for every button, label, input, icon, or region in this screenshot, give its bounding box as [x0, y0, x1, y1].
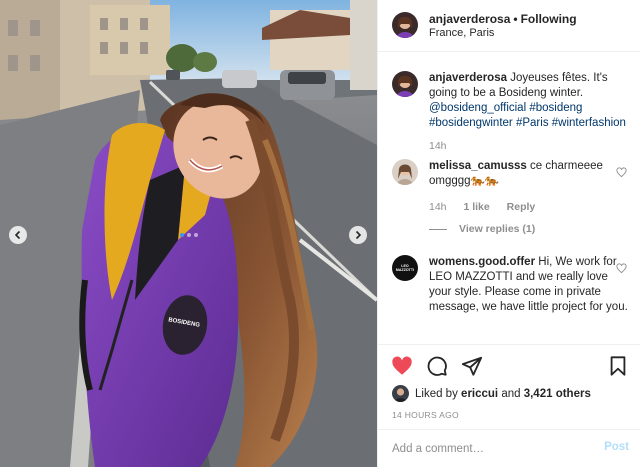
comment-likes-count[interactable]: 1 like — [463, 201, 489, 213]
hashtag-link[interactable]: #winterfashion — [552, 117, 626, 129]
post-header: anjaverderosa • Following France, Paris — [378, 0, 640, 52]
post-side-panel: anjaverderosa • Following France, Paris an… — [377, 0, 640, 467]
liked-by-username[interactable]: ericcui — [461, 388, 498, 400]
comment-username[interactable]: womens.good.offer — [429, 256, 535, 268]
hashtag-link[interactable]: #Paris — [516, 117, 549, 129]
following-button[interactable]: Following — [521, 12, 577, 26]
liked-by-prefix: Liked by — [415, 387, 458, 400]
carousel-indicator — [180, 233, 198, 237]
caption-meta: 14h — [429, 140, 461, 152]
comment-time[interactable]: 14h — [429, 201, 447, 213]
bookmark-icon[interactable] — [607, 355, 629, 377]
hashtag-link[interactable]: #bosidengwinter — [429, 117, 513, 129]
mention-link[interactable]: @bosideng_official — [429, 102, 526, 114]
comment-text: womens.good.offer Hi, We work for LEO MA… — [429, 255, 629, 315]
next-photo-button[interactable] — [349, 226, 367, 244]
replies-line — [429, 228, 447, 230]
carousel-dot — [187, 233, 191, 237]
avatar[interactable] — [392, 159, 418, 185]
hashtag-link[interactable]: #bosideng — [529, 102, 582, 114]
instagram-post-modal: BOSIDENG anjaverderosa • Following France,… — [0, 0, 640, 467]
location-link[interactable]: France, Paris — [429, 27, 494, 39]
caption-username[interactable]: anjaverderosa — [429, 72, 507, 84]
carousel-dot — [194, 233, 198, 237]
add-comment-bar: Post — [378, 429, 640, 467]
post-comment-button[interactable]: Post — [604, 441, 629, 453]
likes-count[interactable]: 3,421 others — [524, 388, 591, 400]
post-photo[interactable]: BOSIDENG — [0, 0, 377, 467]
avatar-brand-text: LEO MAZZOTTI — [395, 264, 415, 272]
comment-item: melissa_camusss ce charmeeee omgggg🐅🐅 14… — [392, 159, 627, 239]
comment-icon[interactable] — [426, 355, 448, 377]
liker-avatar[interactable] — [392, 385, 409, 402]
header-separator: • — [513, 12, 518, 26]
avatar[interactable] — [392, 12, 418, 38]
chevron-right-icon — [355, 230, 362, 240]
liked-by-and: and — [501, 387, 521, 400]
caption-time[interactable]: 14h — [429, 140, 447, 152]
comment-input[interactable] — [392, 440, 582, 458]
carousel-dot-active — [180, 233, 184, 237]
comment-meta: 14h 1 like Reply — [429, 201, 549, 213]
comment-text: melissa_camusss ce charmeeee omgggg🐅🐅 — [429, 159, 629, 189]
avatar[interactable] — [392, 71, 418, 97]
avatar[interactable]: LEO MAZZOTTI — [392, 255, 418, 281]
comment-item: LEO MAZZOTTI womens.good.offer Hi, We wo… — [392, 255, 629, 344]
post-actions: Liked by ericcui and 3,421 others 14 HOU… — [378, 344, 640, 467]
caption-text: anjaverderosa Joyeuses fêtes. It's going… — [429, 71, 629, 131]
heart-icon[interactable] — [391, 355, 413, 377]
likes-summary: Liked by ericcui and 3,421 others — [392, 385, 591, 402]
header-username[interactable]: anjaverderosa — [429, 12, 510, 26]
header-user-line: anjaverderosa • Following — [429, 12, 577, 26]
chevron-left-icon — [14, 230, 21, 240]
caption-item: anjaverderosa Joyeuses fêtes. It's going… — [392, 71, 627, 161]
view-replies-button[interactable]: View replies (1) — [429, 223, 535, 235]
heart-outline-icon[interactable] — [616, 263, 627, 274]
view-replies-label: View replies (1) — [459, 223, 536, 235]
reply-button[interactable]: Reply — [507, 201, 536, 213]
comments-list[interactable]: anjaverderosa Joyeuses fêtes. It's going… — [378, 53, 640, 344]
previous-photo-button[interactable] — [9, 226, 27, 244]
heart-outline-icon[interactable] — [616, 167, 627, 178]
comment-username[interactable]: melissa_camusss — [429, 160, 527, 172]
share-icon[interactable] — [461, 355, 483, 377]
post-timestamp[interactable]: 14 HOURS AGO — [392, 410, 459, 420]
